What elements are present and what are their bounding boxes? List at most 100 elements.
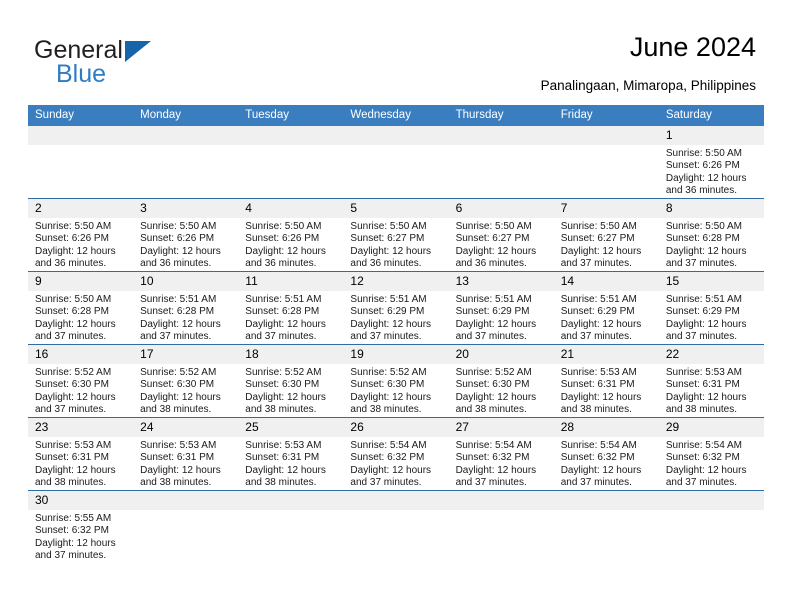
- weekday-header-friday: Friday: [553, 105, 659, 126]
- day-sun-info: Sunrise: 5:50 AM Sunset: 6:26 PM Daylight:…: [28, 218, 133, 271]
- daylight-duration-line2: and 38 minutes.: [455, 404, 527, 416]
- calendar-day-cell[interactable]: 27 Sunrise: 5:54 AM Sunset: 6:32 PM Dayligh…: [448, 417, 554, 491]
- daylight-duration-line1: Daylight: 12 hours: [35, 391, 116, 403]
- sunset-time: Sunset: 6:28 PM: [35, 306, 109, 318]
- calendar-day-cell[interactable]: 6 Sunrise: 5:50 AM Sunset: 6:27 PM Daylight…: [448, 198, 554, 272]
- calendar-day-cell-empty: [448, 490, 554, 563]
- daylight-duration-line2: and 37 minutes.: [560, 477, 632, 489]
- day-sun-info: Sunrise: 5:54 AM Sunset: 6:32 PM Daylight:…: [343, 437, 448, 490]
- day-number: 2: [28, 199, 134, 218]
- day-sun-info: Sunrise: 5:52 AM Sunset: 6:30 PM Daylight:…: [343, 364, 448, 417]
- sunset-time: Sunset: 6:30 PM: [35, 379, 109, 391]
- daylight-duration-line2: and 37 minutes.: [665, 331, 738, 343]
- day-sun-info: Sunrise: 5:52 AM Sunset: 6:30 PM Daylight:…: [133, 364, 238, 417]
- day-number: [28, 126, 134, 145]
- daylight-duration-line2: and 36 minutes.: [665, 185, 738, 197]
- calendar-day-cell[interactable]: 30 Sunrise: 5:55 AM Sunset: 6:32 PM Dayligh…: [28, 490, 134, 563]
- daylight-duration-line1: Daylight: 12 hours: [455, 464, 537, 476]
- sunset-time: Sunset: 6:30 PM: [455, 379, 530, 391]
- sunrise-time: Sunrise: 5:52 AM: [140, 367, 217, 378]
- calendar-day-cell[interactable]: 11 Sunrise: 5:51 AM Sunset: 6:28 PM Dayligh…: [238, 271, 344, 345]
- calendar-day-cell[interactable]: 4 Sunrise: 5:50 AM Sunset: 6:26 PM Daylight…: [238, 198, 344, 272]
- day-sun-info: Sunrise: 5:51 AM Sunset: 6:29 PM Daylight:…: [659, 291, 764, 344]
- sunrise-time: Sunrise: 5:54 AM: [350, 440, 427, 451]
- calendar-day-cell[interactable]: 5 Sunrise: 5:50 AM Sunset: 6:27 PM Daylight…: [343, 198, 449, 272]
- daylight-duration-line2: and 36 minutes.: [35, 258, 107, 270]
- calendar-day-cell[interactable]: 10 Sunrise: 5:51 AM Sunset: 6:28 PM Dayligh…: [133, 271, 239, 345]
- day-sun-info: Sunrise: 5:50 AM Sunset: 6:27 PM Daylight:…: [554, 218, 659, 271]
- calendar-day-cell[interactable]: 16 Sunrise: 5:52 AM Sunset: 6:30 PM Dayligh…: [28, 344, 134, 418]
- calendar-day-cell[interactable]: 12 Sunrise: 5:51 AM Sunset: 6:29 PM Dayligh…: [343, 271, 449, 345]
- calendar-day-cell[interactable]: 3 Sunrise: 5:50 AM Sunset: 6:26 PM Daylight…: [133, 198, 239, 272]
- calendar-day-cell[interactable]: 20 Sunrise: 5:52 AM Sunset: 6:30 PM Dayligh…: [448, 344, 554, 418]
- daylight-duration-line1: Daylight: 12 hours: [665, 318, 747, 330]
- weekday-header-thursday: Thursday: [448, 105, 554, 126]
- day-number: 5: [343, 199, 449, 218]
- day-number: 13: [448, 272, 554, 291]
- day-number: [553, 491, 659, 510]
- calendar-day-cell[interactable]: 19 Sunrise: 5:52 AM Sunset: 6:30 PM Dayligh…: [343, 344, 449, 418]
- sunrise-time: Sunrise: 5:51 AM: [140, 294, 217, 305]
- calendar-day-cell[interactable]: 17 Sunrise: 5:52 AM Sunset: 6:30 PM Dayligh…: [133, 344, 239, 418]
- daylight-duration-line2: and 37 minutes.: [665, 477, 738, 489]
- general-blue-logo[interactable]: General Blue: [34, 36, 234, 92]
- day-sun-info: Sunrise: 5:51 AM Sunset: 6:29 PM Daylight:…: [554, 291, 659, 344]
- calendar-day-cell-empty: [238, 490, 344, 563]
- sunset-time: Sunset: 6:30 PM: [245, 379, 320, 391]
- weekday-header-tuesday: Tuesday: [238, 105, 344, 126]
- calendar-day-cell[interactable]: 8 Sunrise: 5:50 AM Sunset: 6:28 PM Daylight…: [658, 198, 764, 272]
- daylight-duration-line2: and 38 minutes.: [35, 477, 107, 489]
- daylight-duration-line1: Daylight: 12 hours: [350, 245, 432, 257]
- calendar-day-cell[interactable]: 9 Sunrise: 5:50 AM Sunset: 6:28 PM Daylight…: [28, 271, 134, 345]
- daylight-duration-line2: and 38 minutes.: [350, 404, 422, 416]
- sunset-time: Sunset: 6:31 PM: [245, 452, 320, 464]
- calendar-day-cell[interactable]: 26 Sunrise: 5:54 AM Sunset: 6:32 PM Dayligh…: [343, 417, 449, 491]
- calendar-day-cell-empty: [343, 126, 449, 199]
- day-number: 30: [28, 491, 134, 510]
- daylight-duration-line2: and 38 minutes.: [245, 477, 317, 489]
- calendar-day-cell[interactable]: 22 Sunrise: 5:53 AM Sunset: 6:31 PM Dayligh…: [658, 344, 764, 418]
- sunrise-time: Sunrise: 5:51 AM: [350, 294, 427, 305]
- day-number: 29: [658, 418, 764, 437]
- calendar-day-cell[interactable]: 13 Sunrise: 5:51 AM Sunset: 6:29 PM Dayligh…: [448, 271, 554, 345]
- daylight-duration-line2: and 38 minutes.: [140, 477, 212, 489]
- daylight-duration-line2: and 37 minutes.: [665, 258, 738, 270]
- calendar-day-cell[interactable]: 21 Sunrise: 5:53 AM Sunset: 6:31 PM Dayligh…: [553, 344, 659, 418]
- daylight-duration-line2: and 36 minutes.: [455, 258, 527, 270]
- day-sun-info: Sunrise: 5:54 AM Sunset: 6:32 PM Daylight:…: [449, 437, 554, 490]
- daylight-duration-line2: and 37 minutes.: [35, 331, 107, 343]
- sunset-time: Sunset: 6:28 PM: [140, 306, 215, 318]
- calendar-day-cell[interactable]: 18 Sunrise: 5:52 AM Sunset: 6:30 PM Dayligh…: [238, 344, 344, 418]
- calendar-day-cell[interactable]: 23 Sunrise: 5:53 AM Sunset: 6:31 PM Dayligh…: [28, 417, 134, 491]
- daylight-duration-line1: Daylight: 12 hours: [350, 318, 432, 330]
- day-sun-info: Sunrise: 5:54 AM Sunset: 6:32 PM Daylight:…: [659, 437, 764, 490]
- weekday-header-sunday: Sunday: [28, 105, 134, 126]
- sunrise-time: Sunrise: 5:50 AM: [455, 221, 532, 232]
- calendar-day-cell[interactable]: 14 Sunrise: 5:51 AM Sunset: 6:29 PM Dayligh…: [553, 271, 659, 345]
- sunrise-time: Sunrise: 5:54 AM: [455, 440, 532, 451]
- calendar-day-cell[interactable]: 24 Sunrise: 5:53 AM Sunset: 6:31 PM Dayligh…: [133, 417, 239, 491]
- daylight-duration-line2: and 37 minutes.: [560, 331, 632, 343]
- daylight-duration-line2: and 36 minutes.: [140, 258, 212, 270]
- sunrise-time: Sunrise: 5:52 AM: [35, 367, 112, 378]
- calendar-day-cell[interactable]: 2 Sunrise: 5:50 AM Sunset: 6:26 PM Daylight…: [28, 198, 134, 272]
- sunrise-time: Sunrise: 5:51 AM: [455, 294, 532, 305]
- calendar-day-cell[interactable]: 1 Sunrise: 5:50 AM Sunset: 6:26 PM Daylight…: [658, 126, 764, 199]
- day-sun-info: Sunrise: 5:50 AM Sunset: 6:26 PM Daylight:…: [659, 145, 764, 198]
- sunset-time: Sunset: 6:26 PM: [140, 233, 215, 245]
- sunrise-time: Sunrise: 5:53 AM: [35, 440, 112, 451]
- calendar-day-cell[interactable]: 29 Sunrise: 5:54 AM Sunset: 6:32 PM Dayligh…: [658, 417, 764, 491]
- daylight-duration-line1: Daylight: 12 hours: [455, 245, 537, 257]
- sunset-time: Sunset: 6:32 PM: [455, 452, 530, 464]
- calendar-day-cell[interactable]: 28 Sunrise: 5:54 AM Sunset: 6:32 PM Dayligh…: [553, 417, 659, 491]
- sunrise-time: Sunrise: 5:51 AM: [665, 294, 742, 305]
- calendar-day-cell[interactable]: 25 Sunrise: 5:53 AM Sunset: 6:31 PM Dayligh…: [238, 417, 344, 491]
- daylight-duration-line1: Daylight: 12 hours: [35, 537, 116, 549]
- calendar-day-cell[interactable]: 15 Sunrise: 5:51 AM Sunset: 6:29 PM Dayligh…: [658, 271, 764, 345]
- day-sun-info: Sunrise: 5:53 AM Sunset: 6:31 PM Daylight:…: [133, 437, 238, 490]
- day-number: [448, 491, 554, 510]
- calendar-day-cell-empty: [658, 490, 764, 563]
- day-number: [658, 491, 764, 510]
- sunset-time: Sunset: 6:32 PM: [350, 452, 425, 464]
- calendar-day-cell[interactable]: 7 Sunrise: 5:50 AM Sunset: 6:27 PM Daylight…: [553, 198, 659, 272]
